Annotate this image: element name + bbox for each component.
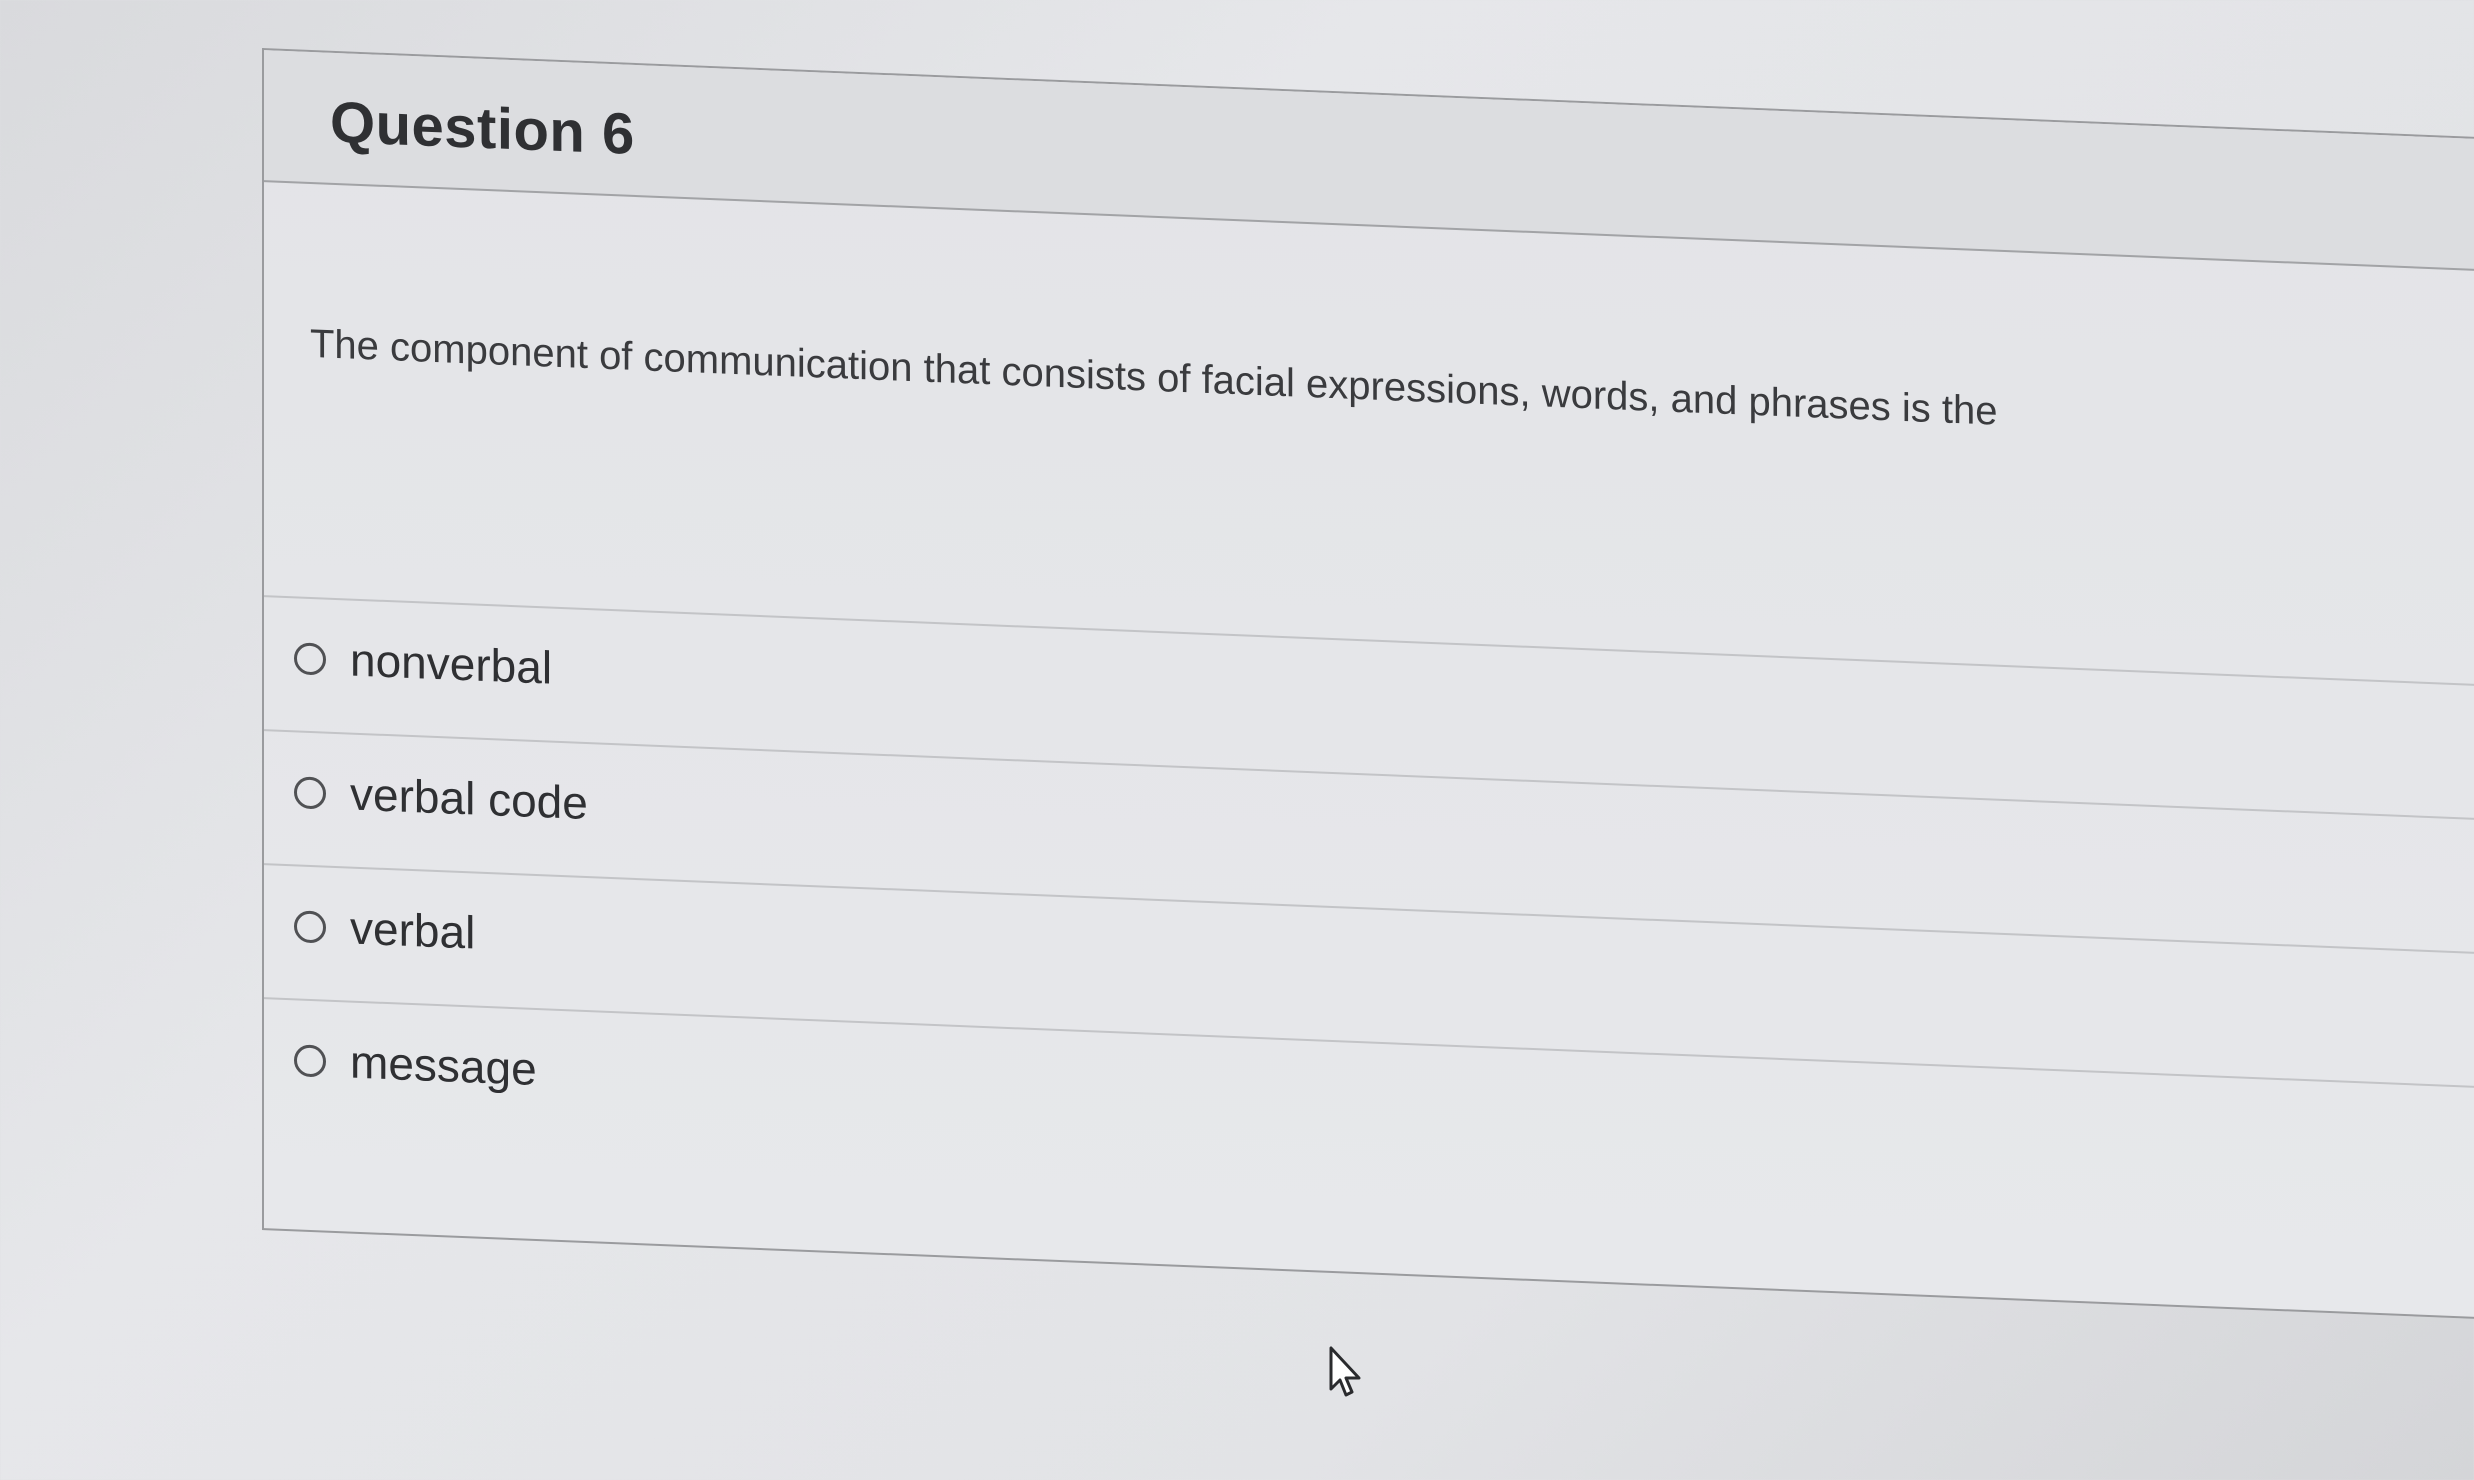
question-text: The component of communication that cons… xyxy=(310,321,1998,434)
radio-unchecked-icon[interactable] xyxy=(294,642,326,676)
option-label[interactable]: message xyxy=(350,1035,537,1096)
question-title: Question 6 xyxy=(330,89,635,167)
option-label[interactable]: verbal xyxy=(350,901,475,960)
radio-unchecked-icon[interactable] xyxy=(294,776,326,810)
question-card: Question 6 The component of communicatio… xyxy=(262,48,2474,1323)
mouse-pointer-icon xyxy=(1329,1346,1361,1397)
card-bottom-border xyxy=(264,1228,2474,1323)
answer-options: nonverbal verbal code verbal message xyxy=(264,595,2474,1095)
screen: Question 6 The component of communicatio… xyxy=(0,0,2474,1480)
option-label[interactable]: verbal code xyxy=(350,767,588,831)
radio-unchecked-icon[interactable] xyxy=(294,1044,326,1078)
radio-unchecked-icon[interactable] xyxy=(294,910,326,944)
option-label[interactable]: nonverbal xyxy=(350,633,552,695)
question-header: Question 6 xyxy=(264,50,2474,275)
